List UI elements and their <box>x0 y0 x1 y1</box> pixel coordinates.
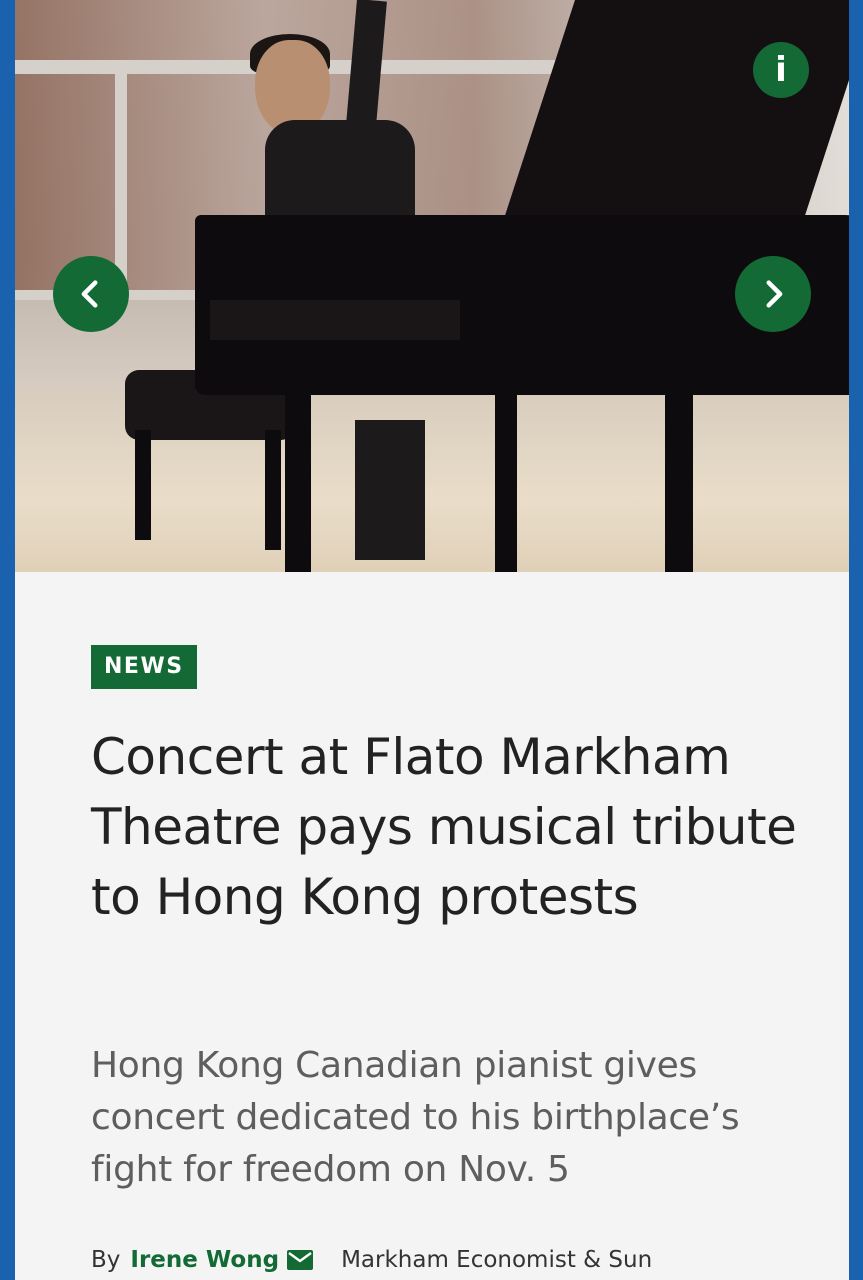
bench-leg <box>135 430 151 540</box>
author-link[interactable]: Irene Wong <box>130 1247 279 1273</box>
info-icon: i <box>775 50 787 90</box>
publication-name: Markham Economist & Sun <box>341 1247 653 1273</box>
piano-leg <box>285 390 311 572</box>
piano-leg <box>495 390 517 572</box>
hero-photo: i <box>15 0 849 572</box>
byline-prefix: By <box>91 1247 121 1273</box>
prev-slide-button[interactable] <box>53 256 129 332</box>
info-button[interactable]: i <box>753 42 809 98</box>
piano-fallboard <box>210 300 460 340</box>
chevron-left-icon <box>81 280 98 308</box>
chevron-right-icon <box>766 280 783 308</box>
category-badge[interactable]: NEWS <box>91 645 197 689</box>
article-subhead: Hong Kong Canadian pianist gives concert… <box>91 1045 740 1190</box>
pianist-legs <box>355 420 425 560</box>
article-page: i NEWS Concert at Flato Markham Theatre … <box>15 0 849 1280</box>
envelope-icon[interactable] <box>287 1250 314 1270</box>
article-headline: Concert at Flato Markham Theatre pays mu… <box>91 728 797 926</box>
next-slide-button[interactable] <box>735 256 811 332</box>
piano-leg <box>665 390 693 572</box>
byline: By Irene Wong Markham Economist & Sun <box>91 1240 652 1280</box>
